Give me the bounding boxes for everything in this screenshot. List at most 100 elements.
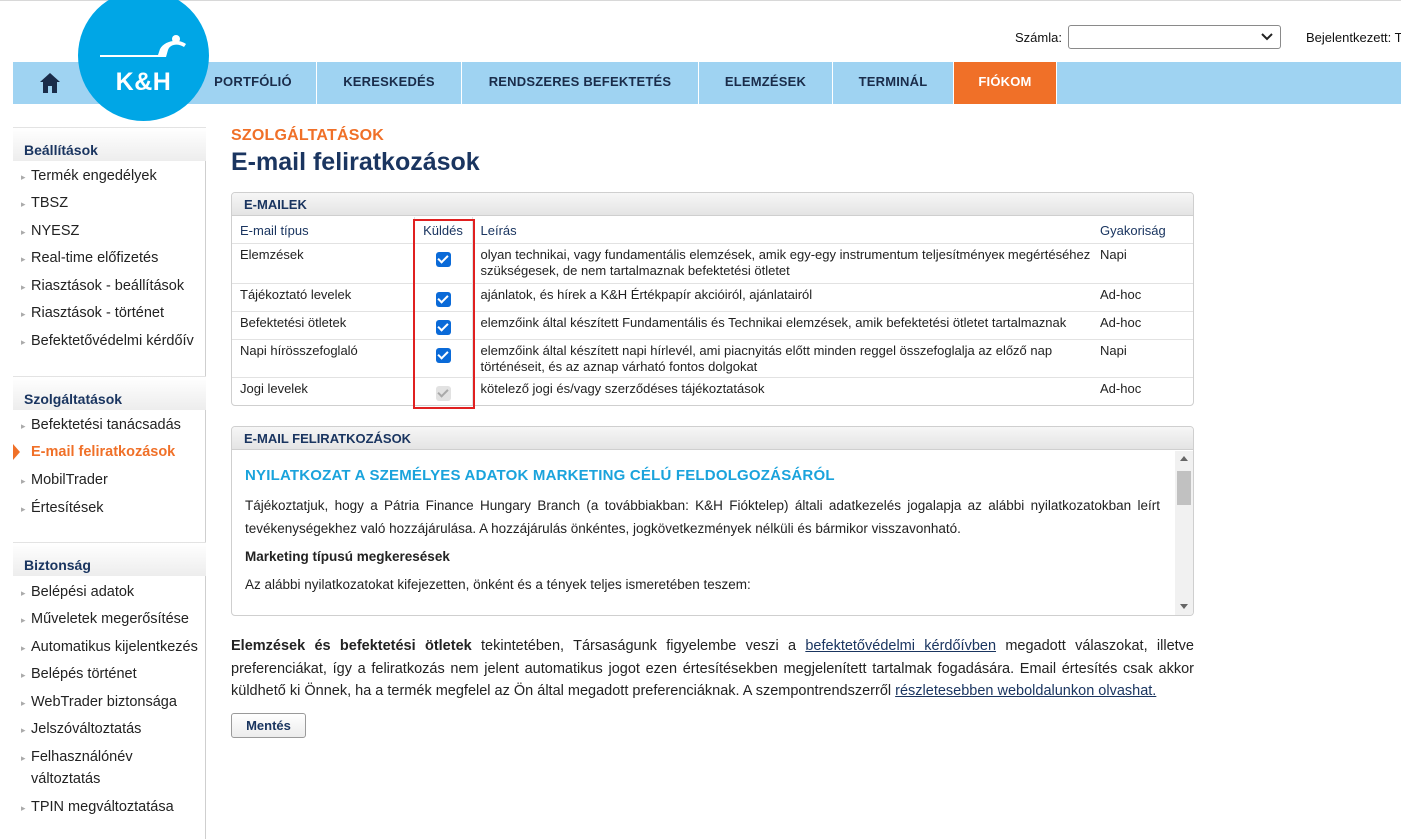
sidebar-item-alerts-history[interactable]: Riasztások - történet (31, 305, 164, 321)
table-row: Elemzések olyan technikai, vagy fundamen… (232, 242, 1193, 283)
bullet-icon: ▸ (21, 172, 26, 182)
emails-panel: E-MAILEK E-mail típus Küldés Leírás Gyak… (231, 192, 1194, 406)
subscriptions-panel-title: E-MAIL FELIRATKOZÁSOK (232, 427, 1193, 450)
row-frequency: Napi (1093, 338, 1193, 377)
row-type: Tájékoztató levelek (232, 282, 414, 311)
sidebar-item-auto-logout[interactable]: Automatikus kijelentkezés (31, 639, 198, 655)
sidebar-group-settings: Beállítások (13, 127, 206, 161)
account-label: Számla: (1015, 30, 1062, 45)
sidebar-item-realtime[interactable]: Real-time előfizetés (31, 250, 158, 266)
declaration-paragraph: Tájékoztatjuk, hogy a Pátria Finance Hun… (245, 498, 1160, 536)
save-button[interactable]: Mentés (231, 713, 306, 738)
scroll-up-icon[interactable] (1180, 456, 1188, 461)
row-type: Napi hírösszefoglaló (232, 338, 414, 377)
bullet-icon: ▸ (21, 476, 26, 486)
declaration-heading: NYILATKOZAT A SZEMÉLYES ADATOK MARKETING… (245, 467, 835, 484)
col-description: Leírás (480, 223, 517, 238)
row-description: ajánlatok, és hírek a K&H Értékpapír akc… (472, 282, 1093, 311)
sidebar-item-advisory[interactable]: Befektetési tanácsadás (31, 417, 181, 433)
bullet-icon: ▸ (21, 337, 26, 347)
table-row: Befektetési ötletek elemzőink által kész… (232, 310, 1193, 339)
row-frequency: Ad-hoc (1093, 310, 1193, 339)
row-frequency: Ad-hoc (1093, 282, 1193, 311)
bullet-icon: ▸ (21, 504, 26, 514)
bullet-icon: ▸ (21, 670, 26, 680)
nav-analyses[interactable]: ELEMZÉSEK (699, 62, 833, 104)
bullet-icon: ▸ (21, 309, 26, 319)
info-text: Elemzések és befektetési ötletek tekinte… (231, 635, 1194, 703)
row-frequency: Napi (1093, 242, 1193, 283)
subscriptions-panel: E-MAIL FELIRATKOZÁSOK NYILATKOZAT A SZEM… (231, 426, 1194, 616)
col-frequency: Gyakoriság (1100, 223, 1166, 238)
active-arrow-icon (13, 444, 20, 460)
bullet-icon: ▸ (21, 725, 26, 735)
sidebar-item-webtrader-security[interactable]: WebTrader biztonsága (31, 694, 177, 710)
bullet-icon: ▸ (21, 615, 26, 625)
sidebar-group-security: Biztonság (13, 542, 206, 576)
table-row: Tájékoztató levelek ajánlatok, és hírek … (232, 282, 1193, 311)
row-type: Befektetési ötletek (232, 310, 414, 339)
col-email-type: E-mail típus (240, 223, 309, 238)
logged-in-label: Bejelentkezett: T (1306, 30, 1401, 45)
scroll-thumb[interactable] (1177, 471, 1191, 505)
bullet-icon: ▸ (21, 643, 26, 653)
info-text-part: tekintetében, Társaságunk figyelembe ves… (471, 638, 806, 654)
sidebar-item-alerts-settings[interactable]: Riasztások - beállítások (31, 278, 184, 294)
sidebar-item-username-change-line2[interactable]: változtatás (31, 771, 100, 787)
sidebar-item-login-data[interactable]: Belépési adatok (31, 584, 134, 600)
page-title: E-mail feliratkozások (231, 148, 480, 176)
table-row: Napi hírösszefoglaló elemzőink által kés… (232, 338, 1193, 377)
emails-table: E-mail típus Küldés Leírás Gyakoriság El… (232, 217, 1193, 405)
sidebar: Beállítások ▸ Termék engedélyek ▸ TBSZ ▸… (13, 127, 206, 839)
nav-my-account[interactable]: FIÓKOM (954, 62, 1057, 104)
sidebar-item-notifications[interactable]: Értesítések (31, 500, 104, 516)
sidebar-item-password-change[interactable]: Jelszóváltoztatás (31, 721, 141, 737)
logo-text: K&H (115, 68, 172, 96)
marketing-subheading: Marketing típusú megkeresések (245, 549, 450, 564)
sidebar-item-investor-questionnaire[interactable]: Befektetővédelmi kérdőív (31, 333, 194, 349)
nav-portfolio[interactable]: PORTFÓLIÓ (190, 62, 317, 104)
details-link[interactable]: részletesebben weboldalunkon olvashat. (895, 683, 1156, 699)
sidebar-item-nyesz[interactable]: NYESZ (31, 223, 79, 239)
scroll-down-icon[interactable] (1180, 604, 1188, 609)
home-button[interactable] (13, 62, 83, 104)
bullet-icon: ▸ (21, 803, 26, 813)
questionnaire-link[interactable]: befektetővédelmi kérdőívben (805, 638, 996, 654)
nav-recurring-investment[interactable]: RENDSZERES BEFEKTETÉS (462, 62, 699, 104)
bullet-icon: ▸ (21, 227, 26, 237)
emails-panel-title: E-MAILEK (232, 193, 1193, 216)
row-description: elemzőink által készített Fundamentális … (472, 310, 1093, 339)
sidebar-item-product-permissions[interactable]: Termék engedélyek (31, 168, 157, 184)
bullet-icon: ▸ (21, 254, 26, 264)
kh-logo-mark (100, 35, 186, 57)
top-border (0, 0, 1401, 1)
sidebar-item-operation-confirmation[interactable]: Műveletek megerősítése (31, 611, 189, 627)
sidebar-item-email-subscriptions[interactable]: E-mail feliratkozások (31, 444, 175, 460)
row-description: olyan technikai, vagy fundamentális elem… (472, 242, 1093, 283)
declaration-scroll-area[interactable]: NYILATKOZAT A SZEMÉLYES ADATOK MARKETING… (232, 451, 1175, 615)
row-type: Elemzések (232, 242, 414, 283)
row-type: Jogi levelek (232, 376, 414, 405)
table-header-row: E-mail típus Küldés Leírás Gyakoriság (232, 217, 1193, 243)
home-icon (40, 73, 60, 93)
nav-trading[interactable]: KERESKEDÉS (317, 62, 462, 104)
row-frequency: Ad-hoc (1093, 376, 1193, 405)
info-bold: Elemzések és befektetési ötletek (231, 638, 472, 654)
bullet-icon: ▸ (21, 282, 26, 292)
section-label: SZOLGÁLTATÁSOK (231, 127, 385, 144)
sidebar-item-tbsz[interactable]: TBSZ (31, 195, 68, 211)
nav-terminal[interactable]: TERMINÁL (833, 62, 954, 104)
chevron-down-icon (1261, 33, 1273, 41)
sidebar-item-login-history[interactable]: Belépés történet (31, 666, 137, 682)
sidebar-item-tpin-change[interactable]: TPIN megváltoztatása (31, 799, 174, 815)
scrollbar[interactable] (1175, 451, 1193, 615)
declaration-paragraph-2: Az alábbi nyilatkozatokat kifejezetten, … (245, 577, 751, 592)
sidebar-item-mobiltrader[interactable]: MobilTrader (31, 472, 108, 488)
bullet-icon: ▸ (21, 698, 26, 708)
bullet-icon: ▸ (21, 588, 26, 598)
table-row: Jogi levelek kötelező jogi és/vagy szerz… (232, 376, 1193, 405)
sidebar-item-username-change[interactable]: Felhasználónév (31, 749, 133, 765)
bullet-icon: ▸ (21, 753, 26, 763)
account-select[interactable] (1068, 25, 1281, 49)
sidebar-group-services: Szolgáltatások (13, 376, 206, 410)
